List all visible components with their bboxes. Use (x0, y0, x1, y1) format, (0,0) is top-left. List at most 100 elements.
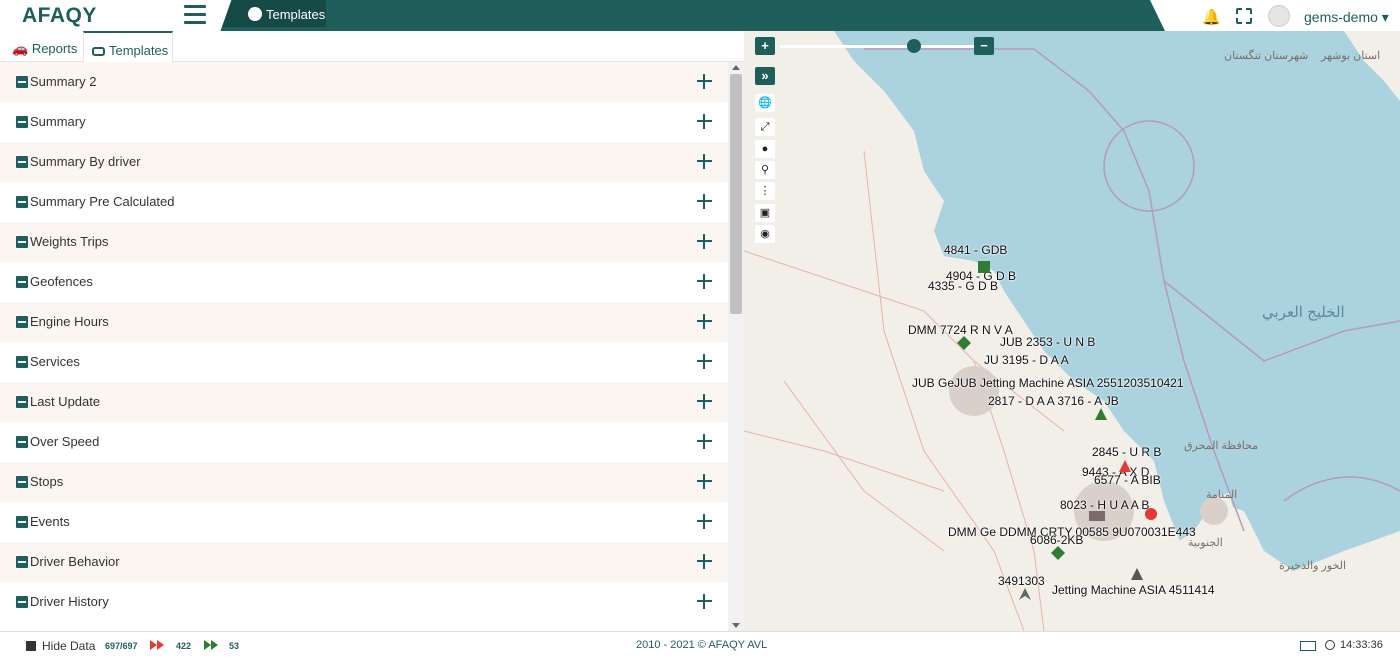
user-menu[interactable]: gems-demo ▾ (1304, 9, 1389, 26)
notification-bell-icon[interactable]: 🔔 (1202, 8, 1221, 26)
stopped-arrow-icon (204, 640, 218, 650)
list-item[interactable]: Over Speed (0, 422, 728, 462)
location-pin-icon[interactable]: ● (755, 140, 775, 158)
search-icon[interactable]: ⚲ (755, 161, 775, 179)
add-icon[interactable] (697, 394, 712, 409)
fullscreen-icon[interactable] (1235, 7, 1253, 25)
collapse-panel-button[interactable]: » (755, 67, 775, 85)
geofence-icon[interactable]: ▣ (755, 204, 775, 222)
add-icon[interactable] (697, 434, 712, 449)
collapse-icon[interactable] (16, 556, 28, 568)
route-icon[interactable]: ⋮ (755, 182, 775, 200)
collapse-icon[interactable] (16, 76, 28, 88)
list-item[interactable]: Driver History (0, 582, 728, 622)
collapse-icon[interactable] (16, 316, 28, 328)
add-icon[interactable] (697, 234, 712, 249)
vehicle-marker-icon[interactable] (956, 335, 972, 351)
list-item[interactable]: Summary Pre Calculated (0, 182, 728, 222)
vehicle-label[interactable]: 2845 - U R B (1092, 445, 1161, 459)
map-place-label: استان بوشهر (1321, 50, 1381, 62)
map-view[interactable]: استان بوشهر شهرستان تنگستان محافظة المحر… (744, 31, 1400, 631)
template-label: Weights Trips (30, 234, 109, 249)
hide-data-button[interactable]: Hide Data (26, 639, 95, 653)
vehicle-marker-icon[interactable] (1088, 509, 1106, 523)
zoom-slider-knob[interactable] (907, 39, 921, 53)
list-item[interactable]: Summary By driver (0, 142, 728, 182)
vehicle-label[interactable]: JUB GeJUB Jetting Machine ASIA 255120351… (912, 376, 1184, 390)
collapse-icon[interactable] (16, 236, 28, 248)
scroll-thumb[interactable] (730, 74, 742, 314)
template-label: Summary By driver (30, 154, 141, 169)
collapse-icon[interactable] (16, 356, 28, 368)
list-item[interactable]: Services (0, 342, 728, 382)
add-icon[interactable] (697, 194, 712, 209)
template-label: Events (30, 514, 70, 529)
tab-templates[interactable]: Templates (222, 0, 326, 27)
list-item[interactable]: Summary (0, 102, 728, 142)
add-icon[interactable] (697, 114, 712, 129)
add-icon[interactable] (697, 154, 712, 169)
add-icon[interactable] (697, 314, 712, 329)
landmark-icon[interactable]: ◉ (755, 225, 775, 243)
vehicle-marker-icon[interactable] (1094, 407, 1108, 421)
zoom-in-button[interactable]: + (755, 37, 775, 55)
collapse-icon[interactable] (16, 596, 28, 608)
collapse-icon[interactable] (16, 516, 28, 528)
vehicle-label[interactable]: 2817 - D A A 3716 - A JB (988, 394, 1119, 408)
collapse-icon[interactable] (16, 156, 28, 168)
vehicle-marker-icon[interactable] (1144, 507, 1158, 521)
list-item[interactable]: Last Update (0, 382, 728, 422)
scroll-down-icon[interactable] (732, 623, 740, 628)
add-icon[interactable] (697, 554, 712, 569)
vehicle-label[interactable]: 4335 - G D B (928, 279, 998, 293)
hamburger-menu-icon[interactable] (184, 5, 206, 25)
list-scrollbar[interactable] (728, 62, 744, 631)
vehicle-marker-icon[interactable] (1050, 545, 1066, 561)
list-item[interactable]: Geofences (0, 262, 728, 302)
vehicle-label[interactable]: 3491303 (998, 574, 1045, 588)
vehicle-marker-icon[interactable] (1118, 459, 1132, 473)
collapse-icon[interactable] (16, 116, 28, 128)
list-item[interactable]: Stops (0, 462, 728, 502)
add-icon[interactable] (697, 274, 712, 289)
add-icon[interactable] (697, 514, 712, 529)
layout-icon[interactable] (1300, 641, 1316, 651)
collapse-icon[interactable] (16, 396, 28, 408)
vehicle-label[interactable]: 4841 - GDB (944, 243, 1007, 257)
template-label: Summary 2 (30, 74, 97, 89)
template-icon (92, 47, 105, 56)
add-icon[interactable] (697, 474, 712, 489)
subtab-reports-label: Reports (31, 41, 78, 56)
list-item[interactable]: Driver Behavior (0, 542, 728, 582)
top-header: AFAQY Templates 🔔 gems-demo ▾ (0, 0, 1400, 31)
add-icon[interactable] (697, 354, 712, 369)
vehicle-marker-icon[interactable] (976, 259, 992, 275)
zoom-out-button[interactable]: − (974, 37, 994, 55)
subtab-reports[interactable]: 🚗 Reports (12, 31, 80, 62)
vehicle-label[interactable]: Jetting Machine ASIA 4511414 (1052, 583, 1215, 597)
scroll-up-icon[interactable] (732, 65, 740, 70)
add-icon[interactable] (697, 594, 712, 609)
globe-icon[interactable]: 🌐 (755, 94, 775, 112)
vehicle-label[interactable]: JUB 2353 - U N B (1000, 335, 1095, 349)
collapse-icon[interactable] (16, 196, 28, 208)
moving-arrow-icon (150, 640, 164, 650)
subtab-templates[interactable]: Templates (83, 31, 173, 63)
collapse-icon[interactable] (16, 436, 28, 448)
vehicle-label[interactable]: JU 3195 - D A A (984, 353, 1069, 367)
list-item[interactable]: Summary 2 (0, 62, 728, 102)
vehicle-marker-icon[interactable] (1018, 587, 1032, 601)
zoom-slider-track[interactable] (780, 45, 974, 48)
afaqy-logo[interactable]: AFAQY (22, 4, 97, 28)
list-item[interactable]: Events (0, 502, 728, 542)
collapse-icon[interactable] (16, 476, 28, 488)
vehicle-marker-icon[interactable] (1130, 567, 1144, 581)
vehicle-label[interactable]: 6577 - A BIB (1094, 473, 1161, 487)
list-item[interactable]: Engine Hours (0, 302, 728, 342)
user-avatar[interactable] (1268, 5, 1290, 27)
list-item[interactable]: Weights Trips (0, 222, 728, 262)
collapse-icon[interactable] (16, 276, 28, 288)
username-label: gems-demo (1304, 9, 1378, 25)
add-icon[interactable] (697, 74, 712, 89)
fit-bounds-icon[interactable]: ⤢ (755, 118, 775, 136)
